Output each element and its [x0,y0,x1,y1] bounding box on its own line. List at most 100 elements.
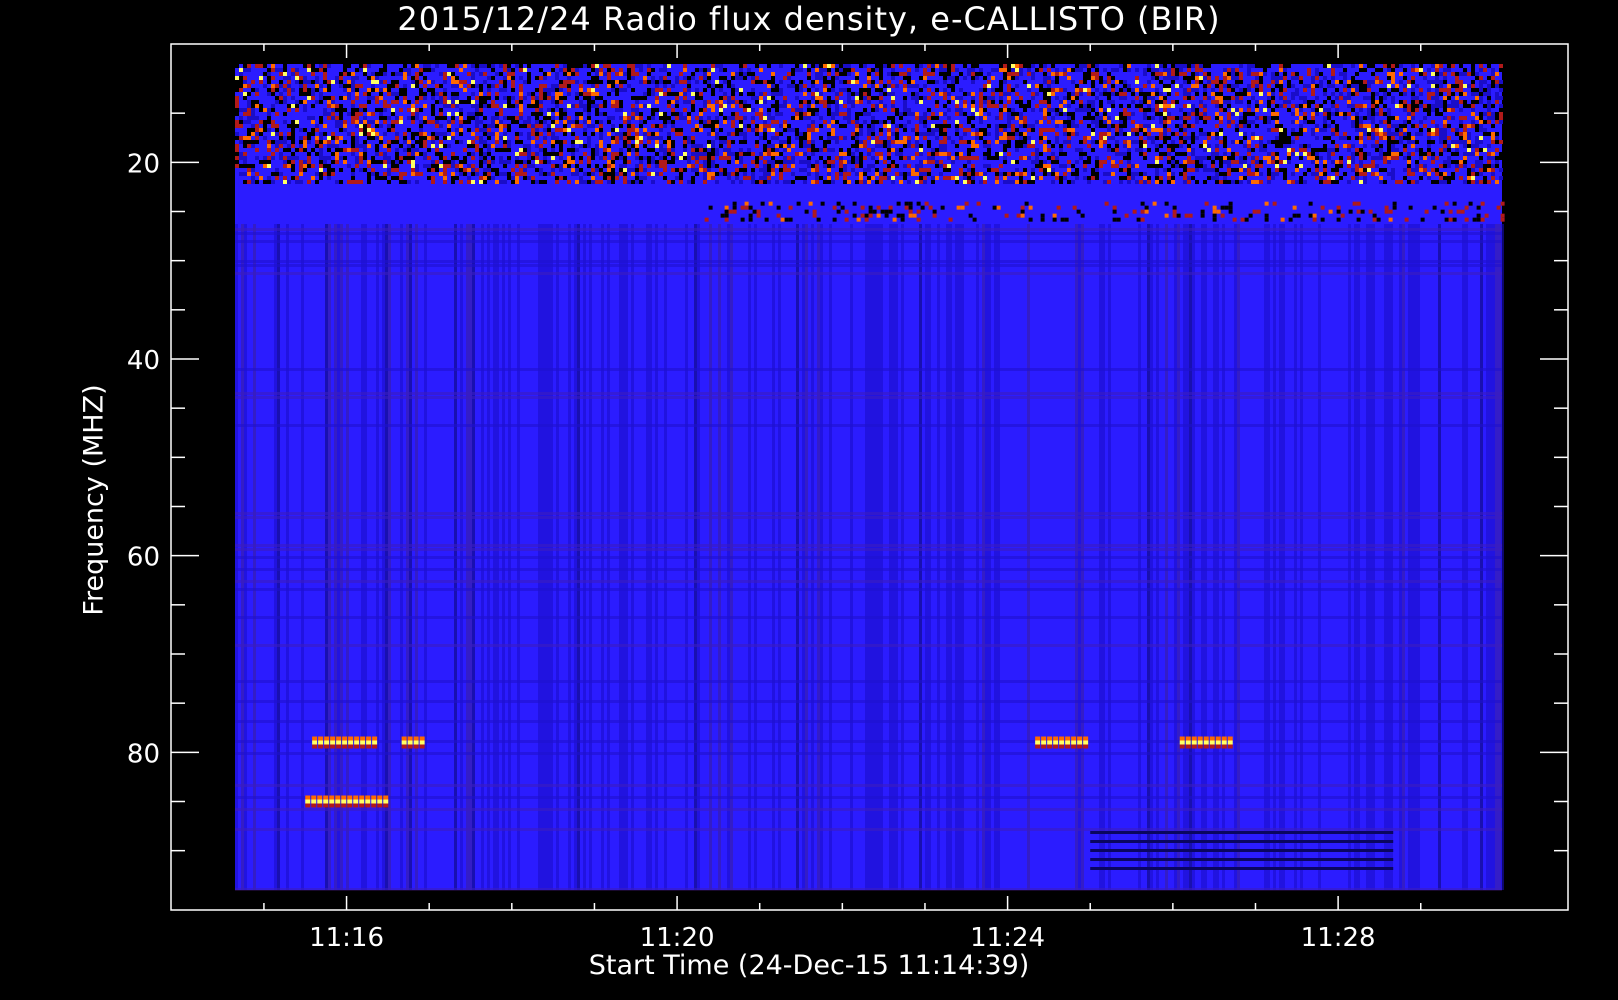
rfi-pixel [1203,164,1207,168]
rfi-pixel [507,96,511,100]
rfi-pixel [727,152,731,156]
rfi-pixel [547,96,551,100]
rfi-pixel [1223,152,1227,156]
rfi-pixel [747,152,751,156]
rfi-pixel [899,148,903,152]
rfi-pixel [879,128,883,132]
rfi-pixel [731,76,735,80]
rfi-pixel [1215,136,1219,140]
rfi-pixel [771,128,775,132]
rfi-pixel [787,144,791,148]
rfi-pixel [535,124,539,128]
rfi-pixel [907,156,911,160]
rfi-pixel [779,104,783,108]
rfi-pixel [415,84,419,88]
rfi-pixel [1427,68,1431,72]
rfi-pixel [323,72,327,76]
rfi-pixel [787,84,791,88]
rfi-pixel [335,104,339,108]
rfi-pixel [963,128,967,132]
rfi-pixel [775,148,779,152]
rfi-pixel [751,172,755,176]
rfi-pixel [779,92,783,96]
rfi-pixel [939,124,943,128]
rfi-pixel [715,116,719,120]
rfi-pixel [1475,124,1479,128]
rfi-pixel [967,72,971,76]
noise-row [235,544,1502,547]
rfi-pixel [543,128,547,132]
rfi-pixel [1387,64,1391,68]
rfi-pixel [743,100,747,104]
rfi-pixel [1263,120,1267,124]
rfi-pixel [1223,140,1227,144]
rfi-pixel [1043,112,1047,116]
rfi-pixel [1291,112,1295,116]
rfi-pixel [1135,148,1139,152]
rfi-pixel [387,92,391,96]
rfi-pixel [1223,76,1227,80]
rfi-pixel [1383,96,1387,100]
rfi-pixel [1295,72,1299,76]
rfi-pixel [963,100,967,104]
rfi-pixel [999,164,1003,168]
rfi-pixel [311,92,315,96]
rfi-pixel [1007,112,1011,116]
rfi-pixel [463,156,467,160]
rfi-pixel [1411,68,1415,72]
rfi-pixel [787,156,791,160]
rfi-pixel [1123,108,1127,112]
rfi-pixel [395,148,399,152]
rfi-pixel [1427,80,1431,84]
rfi-pixel [547,152,551,156]
rfi-pixel [1043,100,1047,104]
rfi-pixel [627,120,631,124]
rfi-pixel [1359,168,1363,172]
rfi-pixel [423,140,427,144]
rfi-pixel [1195,112,1199,116]
rfi-pixel [1019,112,1023,116]
rfi-pixel [927,160,931,164]
rfi-pixel [371,80,375,84]
rfi-pixel [459,172,463,176]
rfi-pixel [623,120,627,124]
rfi-pixel [551,136,555,140]
rfi-pixel [535,108,539,112]
rfi-pixel [255,124,259,128]
rfi-pixel [247,64,251,68]
rfi-pixel [643,120,647,124]
rfi-pixel [1099,132,1103,136]
rfi-pixel [1023,64,1027,68]
rfi-pixel [1279,124,1283,128]
rfi-pixel [939,148,943,152]
rfi-pixel [259,64,263,68]
rfi-pixel [315,136,319,140]
rfi-pixel [639,112,643,116]
rfi-pixel [459,120,463,124]
rfi-pixel [923,72,927,76]
rfi-pixel [291,132,295,136]
rfi-pixel [655,96,659,100]
rfi-pixel [811,152,815,156]
rfi-pixel [967,68,971,72]
rfi-pixel [959,140,963,144]
rfi-pixel [579,112,583,116]
rfi-pixel [1371,108,1375,112]
rfi-pixel [1331,128,1335,132]
rfi-pixel [1119,92,1123,96]
rfi-pixel [1359,84,1363,88]
rfi-pixel [443,144,447,148]
rfi-pixel [1179,144,1183,148]
rfi-pixel [879,152,883,156]
rfi-pixel [1439,80,1443,84]
rfi-pixel [647,132,651,136]
rfi-pixel [315,88,319,92]
rfi-pixel [659,136,663,140]
rfi-pixel [1475,160,1479,164]
rfi-pixel [1479,76,1483,80]
rfi-pixel [1471,92,1475,96]
rfi-pixel [1423,164,1427,168]
rfi-pixel [923,160,927,164]
rfi-pixel [475,68,479,72]
rfi-pixel [611,84,615,88]
